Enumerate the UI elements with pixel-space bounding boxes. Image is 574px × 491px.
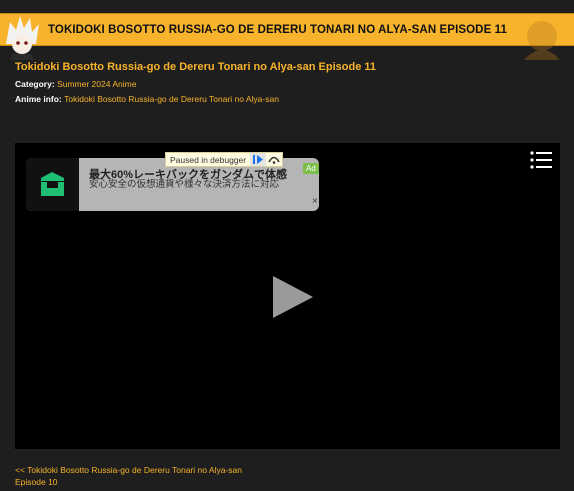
site-header: TOKIDOKI BOSOTTO RUSSIA-GO DE DERERU TON… xyxy=(0,13,574,60)
anime-info-label: Anime info: xyxy=(15,94,62,104)
prev-episode-link[interactable]: << Tokidoki Bosotto Russia-go de Dereru … xyxy=(15,464,265,488)
video-player[interactable]: 最大60%レーキバックをガンダムで体感 安心安全の仮想通貨や様々な決済方法に対応… xyxy=(15,143,560,449)
category-link[interactable]: Summer 2024 Anime xyxy=(57,79,136,89)
header-art xyxy=(524,21,560,60)
post-info: Tokidoki Bosotto Russia-go de Dereru Ton… xyxy=(15,61,560,104)
category-label: Category: xyxy=(15,79,55,89)
menu-icon[interactable] xyxy=(530,151,552,169)
anime-info-row: Anime info: Tokidoki Bosotto Russia-go d… xyxy=(15,94,560,104)
category-row: Category: Summer 2024 Anime xyxy=(15,79,560,89)
play-icon[interactable] xyxy=(273,276,313,318)
debugger-text: Paused in debugger xyxy=(170,154,247,165)
header-title: TOKIDOKI BOSOTTO RUSSIA-GO DE DERERU TON… xyxy=(48,24,508,36)
resume-icon[interactable] xyxy=(250,153,267,166)
mascot-icon xyxy=(6,16,39,60)
ad-body: 安心安全の仮想通貨や様々な決済方法に対応 xyxy=(89,179,280,190)
ad-badge: Ad xyxy=(303,163,319,174)
ad-close-button[interactable]: × xyxy=(312,196,318,207)
debugger-overlay: Paused in debugger xyxy=(165,152,284,167)
anime-info-link[interactable]: Tokidoki Bosotto Russia-go de Dereru Ton… xyxy=(64,94,279,104)
ad-logo xyxy=(26,158,79,211)
step-over-icon[interactable] xyxy=(266,153,282,166)
ad-logo-icon xyxy=(41,172,64,196)
episode-title: Tokidoki Bosotto Russia-go de Dereru Ton… xyxy=(15,61,377,73)
